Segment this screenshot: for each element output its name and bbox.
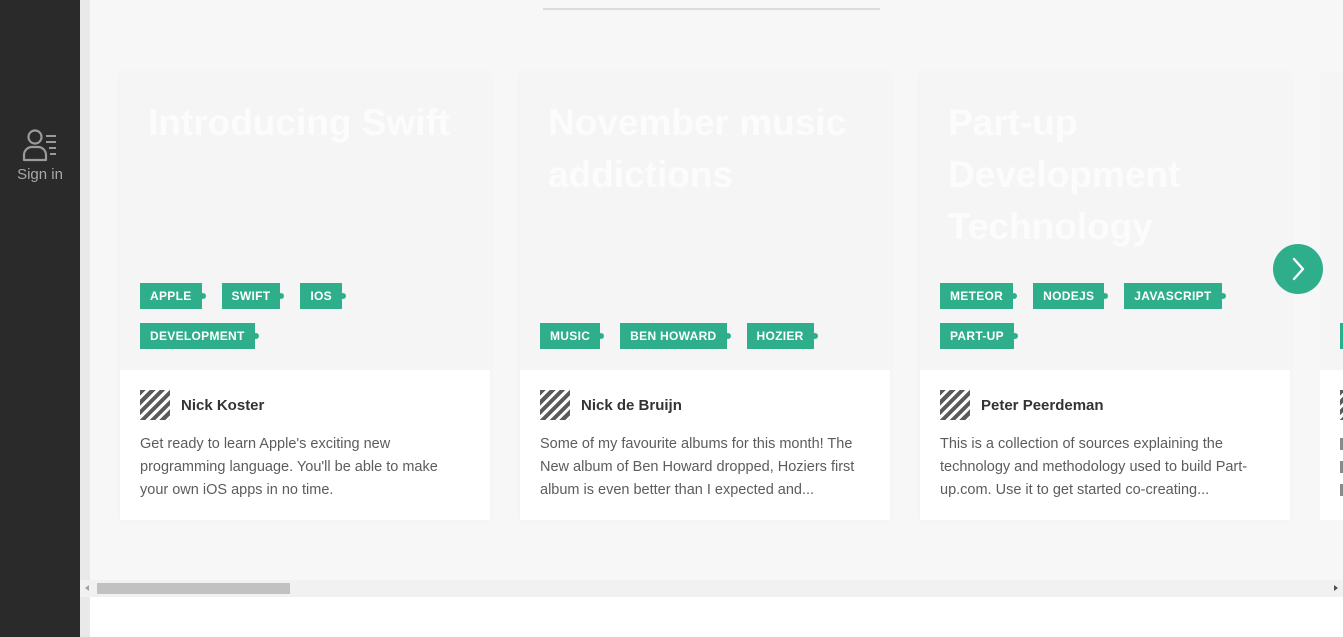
sign-in-button[interactable]: Sign in: [0, 128, 80, 183]
card-body: Nick Koster Get ready to learn Apple's e…: [120, 370, 490, 520]
tag[interactable]: METEOR: [940, 283, 1018, 309]
tag[interactable]: SWIFT: [221, 283, 285, 309]
card-description: Some of my favourite albums for this mon…: [540, 436, 855, 498]
partup-card-introducing-swift[interactable]: Introducing Swift APPLE SWIFT IOS DEVELOPME…: [120, 73, 490, 520]
card-body: Nick de Bruijn Some of my favourite albu…: [520, 370, 890, 520]
partup-card-part-up-development[interactable]: Part-up Development Technology METEOR NOD…: [920, 73, 1290, 520]
author-name: Nick Koster: [181, 396, 265, 414]
author-name: Peter Peerdeman: [981, 396, 1104, 414]
card-header: Introducing Swift APPLE SWIFT IOS DEVELOPME…: [120, 73, 490, 370]
page-footer-area: [90, 597, 1343, 637]
chevron-right-icon: [1292, 257, 1305, 281]
tag-list: METEOR NODEJS JAVASCRIPT PART-UP: [940, 283, 1280, 363]
card-title: November music addictions: [548, 102, 847, 195]
card-header: November music addictions MUSIC BEN HOWAR…: [520, 73, 890, 370]
tag-list: APPLE SWIFT IOS DEVELOPMENT: [140, 283, 480, 363]
partup-card-november-music[interactable]: November music addictions MUSIC BEN HOWAR…: [520, 73, 890, 520]
tag[interactable]: IOS: [300, 283, 346, 309]
user-list-icon: [22, 129, 56, 162]
tag[interactable]: HOZIER: [746, 323, 818, 349]
avatar: [940, 390, 970, 420]
card-author[interactable]: Nick Koster: [140, 390, 264, 420]
tag[interactable]: PART-UP: [940, 323, 1018, 349]
avatar: [140, 390, 170, 420]
section-divider: [543, 8, 880, 10]
card-header: Part-up Development Technology METEOR NOD…: [920, 73, 1290, 370]
tag[interactable]: BEN HOWARD: [620, 323, 731, 349]
avatar: [540, 390, 570, 420]
card-description: Get ready to learn Apple's exciting new …: [140, 436, 438, 498]
card-author[interactable]: Nick de Bruijn: [540, 390, 682, 420]
card-body: Peter Peerdeman This is a collection of …: [920, 370, 1290, 520]
card-description: This is a collection of sources explaini…: [940, 436, 1248, 498]
tag-list: MUSIC BEN HOWARD HOZIER: [540, 323, 880, 363]
tag[interactable]: JAVASCRIPT: [1124, 283, 1226, 309]
sidebar: Sign in: [0, 0, 80, 637]
left-gutter: [80, 0, 90, 637]
tag[interactable]: DEVELOPMENT: [140, 323, 259, 349]
tag[interactable]: APPLE: [140, 283, 206, 309]
partup-card-next-partial[interactable]: [1320, 73, 1343, 520]
card-title: Part-up Development Technology: [948, 102, 1181, 247]
scroll-left-arrow-icon[interactable]: [85, 585, 89, 591]
card-title: Introducing Swift: [148, 102, 451, 143]
horizontal-scrollbar[interactable]: [80, 580, 1343, 597]
tag[interactable]: MUSIC: [540, 323, 605, 349]
tag[interactable]: NODEJS: [1033, 283, 1109, 309]
author-name: Nick de Bruijn: [581, 396, 682, 414]
sign-in-label: Sign in: [17, 166, 63, 183]
card-author[interactable]: Peter Peerdeman: [940, 390, 1104, 420]
scrollbar-thumb[interactable]: [97, 583, 290, 594]
scroll-right-arrow-icon[interactable]: [1334, 585, 1338, 591]
carousel-next-button[interactable]: [1273, 244, 1323, 294]
partup-carousel: Introducing Swift APPLE SWIFT IOS DEVELOPME…: [90, 0, 1343, 580]
